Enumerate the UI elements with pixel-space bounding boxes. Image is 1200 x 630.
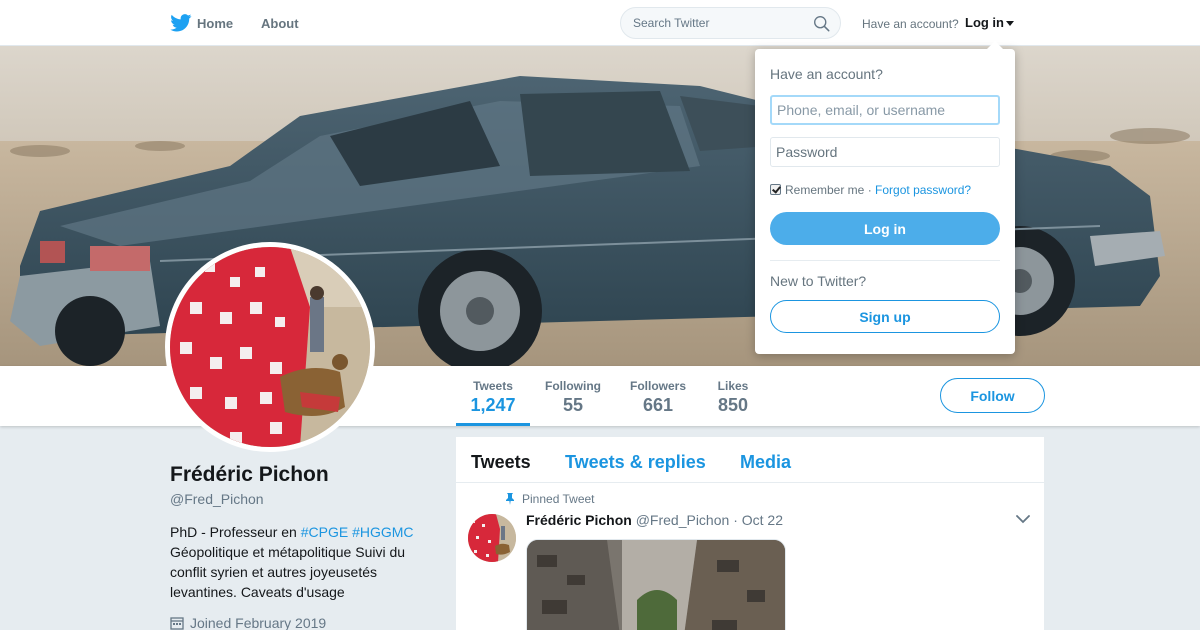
search-input[interactable]: [621, 8, 801, 38]
stat-likes-label: Likes: [717, 379, 749, 393]
top-navigation: Home About Have an account? Log in: [0, 0, 1200, 46]
tweet-author-handle[interactable]: @Fred_Pichon: [636, 512, 730, 528]
search-icon[interactable]: [813, 15, 830, 32]
username-input[interactable]: [770, 95, 1000, 125]
active-stat-underline: [456, 423, 530, 426]
stat-following-label: Following: [545, 379, 601, 393]
tab-tweets[interactable]: Tweets: [471, 452, 531, 473]
nav-about-link[interactable]: About: [261, 16, 299, 31]
tweet-separator: ·: [733, 512, 738, 528]
stat-following-value: 55: [562, 395, 584, 415]
stat-following[interactable]: Following 55: [540, 379, 606, 416]
profile-joined: Joined February 2019: [170, 615, 326, 630]
stat-likes[interactable]: Likes 850: [712, 379, 754, 416]
tweet-media-image[interactable]: [526, 539, 786, 630]
pinned-indicator: Pinned Tweet: [504, 492, 595, 506]
stat-followers[interactable]: Followers 661: [626, 379, 690, 416]
pin-icon: [506, 493, 514, 505]
pinned-label: Pinned Tweet: [522, 492, 595, 506]
bio-rest: Géopolitique et métapolitique Suivi du c…: [170, 544, 406, 600]
stat-tweets-label: Tweets: [473, 379, 513, 393]
stat-followers-value: 661: [642, 395, 674, 415]
timeline-tabs: Tweets Tweets & replies Media: [456, 437, 1044, 483]
login-link-label: Log in: [965, 15, 1004, 30]
have-account-text: Have an account?: [862, 17, 959, 31]
password-input[interactable]: [770, 137, 1000, 167]
dropdown-title: Have an account?: [770, 66, 883, 82]
remember-label[interactable]: Remember me: [785, 183, 864, 197]
tweet-date[interactable]: Oct 22: [742, 512, 783, 528]
remember-checkbox[interactable]: [770, 184, 781, 195]
tweet-header: Frédéric Pichon @Fred_Pichon · Oct 22: [526, 512, 783, 528]
login-button[interactable]: Log in: [770, 212, 1000, 245]
pinned-tweet[interactable]: Pinned Tweet Frédéric Pichon @Fred_Picho…: [456, 483, 1044, 630]
profile-name: Frédéric Pichon: [170, 463, 329, 486]
tweet-avatar[interactable]: [468, 514, 516, 562]
hashtag-hggmc[interactable]: #HGGMC: [352, 524, 413, 540]
bio-prefix: PhD - Professeur en: [170, 524, 301, 540]
tab-tweets-replies[interactable]: Tweets & replies: [565, 452, 706, 473]
login-dropdown: Have an account? Remember me · Forgot pa…: [755, 41, 1015, 354]
avatar-image: [170, 247, 370, 447]
remember-row: Remember me · Forgot password?: [770, 183, 971, 197]
stat-followers-label: Followers: [629, 379, 686, 393]
search-box: [620, 7, 841, 39]
tweet-avatar-image: [468, 514, 516, 562]
tweet-author-name[interactable]: Frédéric Pichon: [526, 512, 632, 528]
stat-likes-value: 850: [717, 395, 749, 415]
hashtag-cpge[interactable]: #CPGE: [301, 524, 348, 540]
timeline: Tweets Tweets & replies Media Pinned Twe…: [456, 437, 1044, 630]
caret-down-icon: [1006, 21, 1014, 27]
tweet-media-picture: [527, 540, 785, 630]
tab-media[interactable]: Media: [740, 452, 791, 473]
profile-bio: PhD - Professeur en #CPGE #HGGMC Géopoli…: [170, 522, 430, 602]
new-to-twitter-text: New to Twitter?: [770, 273, 867, 289]
twitter-bird-icon[interactable]: [170, 14, 192, 32]
calendar-icon: [170, 617, 184, 630]
stat-tweets[interactable]: Tweets 1,247: [456, 379, 530, 416]
remember-separator: ·: [867, 183, 872, 197]
signup-button[interactable]: Sign up: [770, 300, 1000, 333]
forgot-password-link[interactable]: Forgot password?: [875, 183, 971, 197]
profile-avatar[interactable]: [165, 242, 375, 452]
profile-handle[interactable]: @Fred_Pichon: [170, 491, 264, 507]
follow-button[interactable]: Follow: [940, 378, 1045, 413]
chevron-down-icon[interactable]: [1016, 514, 1030, 524]
joined-text: Joined February 2019: [190, 615, 327, 630]
login-dropdown-toggle[interactable]: Log in: [965, 15, 1014, 30]
nav-home-link[interactable]: Home: [197, 16, 233, 31]
stat-tweets-value: 1,247: [470, 395, 516, 415]
dropdown-divider: [770, 260, 1000, 261]
